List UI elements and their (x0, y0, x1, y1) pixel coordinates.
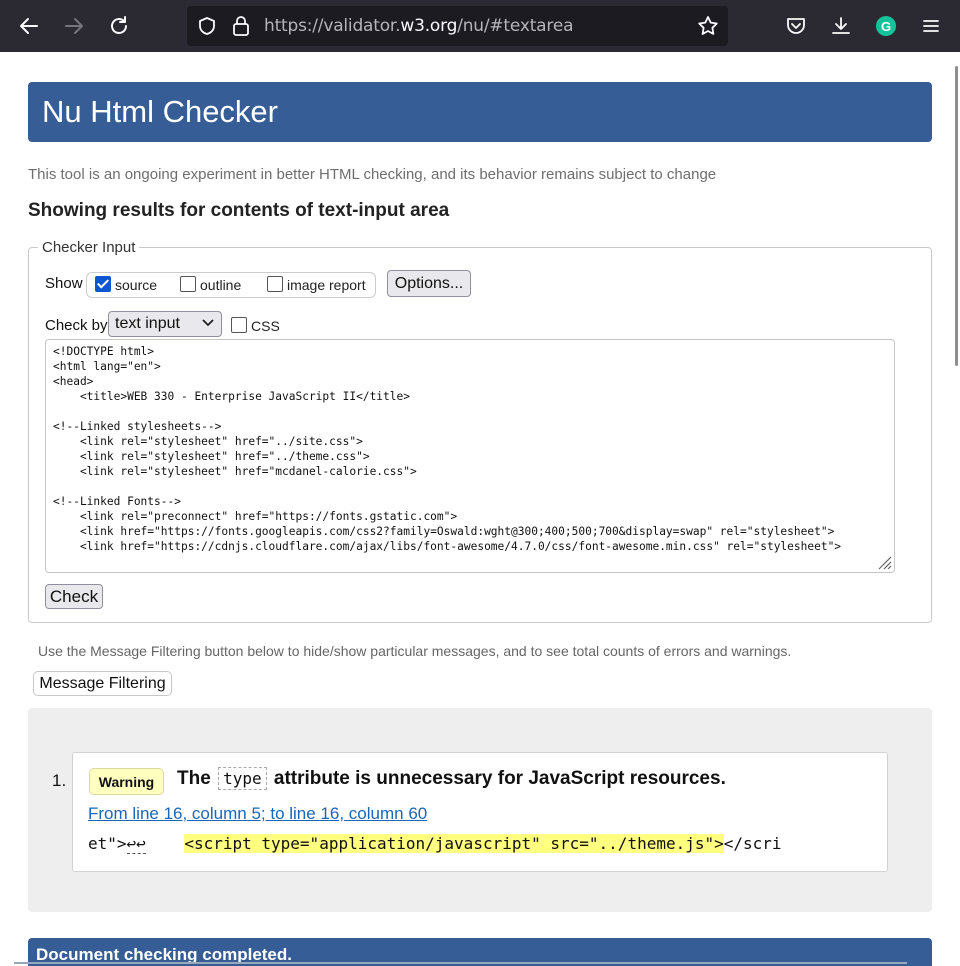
outline-label[interactable]: outline (200, 277, 241, 293)
resize-grip-icon[interactable] (876, 554, 892, 570)
source-line: <link href="https://cdnjs.cloudflare.com… (53, 540, 842, 553)
source-line: <link href="https://fonts.googleapis.com… (53, 525, 835, 538)
menu-button[interactable] (916, 11, 946, 41)
source-line: <link rel="stylesheet" href="../site.css… (53, 435, 363, 448)
warning-badge: Warning (89, 768, 164, 795)
source-line: <link rel="stylesheet" href="../theme.cs… (53, 450, 370, 463)
css-checkbox[interactable] (231, 317, 247, 333)
page-content: Nu Html Checker This tool is an ongoing … (0, 52, 946, 966)
grammarly-extension-button[interactable]: G (871, 11, 901, 41)
reload-button[interactable] (104, 11, 134, 41)
pocket-icon (787, 18, 805, 34)
browser-toolbar: https://validator.w3.org/nu/#textarea G (0, 0, 960, 52)
filter-hint: Use the Message Filtering button below t… (38, 643, 792, 659)
source-line: <!DOCTYPE html> (53, 345, 155, 358)
reload-icon (111, 16, 127, 34)
header-banner: Nu Html Checker (28, 82, 932, 142)
message-number: 1. (52, 771, 67, 790)
check-button[interactable]: Check (45, 584, 103, 609)
show-label: Show (45, 275, 83, 292)
downloads-button[interactable] (826, 11, 856, 41)
pocket-button[interactable] (781, 11, 811, 41)
download-icon (832, 17, 850, 34)
scrollbar-thumb[interactable] (955, 66, 958, 366)
bookmark-star-icon[interactable] (697, 15, 719, 37)
divider (14, 962, 907, 964)
source-line: <title>WEB 330 - Enterprise JavaScript I… (53, 390, 410, 403)
source-line: <link rel="stylesheet" href="mcdanel-cal… (53, 465, 417, 478)
back-arrow-icon (20, 18, 38, 34)
options-button[interactable]: Options... (387, 270, 471, 297)
source-line: <link rel="preconnect" href="https://fon… (53, 510, 458, 523)
forward-button[interactable] (59, 11, 89, 41)
source-label[interactable]: source (115, 277, 157, 293)
source-checkbox[interactable] (95, 276, 111, 292)
back-button[interactable] (14, 11, 44, 41)
url-text[interactable]: https://validator.w3.org/nu/#textarea (264, 16, 574, 36)
results-heading: Showing results for contents of text-inp… (28, 200, 450, 221)
hamburger-menu-icon (923, 20, 939, 32)
message-location-link[interactable]: From line 16, column 5; to line 16, colu… (88, 804, 427, 824)
outline-checkbox[interactable] (180, 276, 196, 292)
message-filtering-button[interactable]: Message Filtering (33, 671, 172, 696)
message-code: type (218, 767, 267, 790)
message-text: The type attribute is unnecessary for Ja… (177, 767, 726, 790)
grammarly-icon: G (876, 16, 896, 36)
source-textarea[interactable]: <!DOCTYPE html> <html lang="en"> <head> … (45, 339, 895, 573)
forward-arrow-icon (65, 18, 83, 34)
page-title: Nu Html Checker (42, 94, 278, 129)
check-by-select[interactable]: text input (108, 311, 222, 337)
address-bar[interactable]: https://validator.w3.org/nu/#textarea (187, 6, 728, 46)
source-line: <head> (53, 375, 94, 388)
source-line: <!--Linked stylesheets--> (53, 420, 222, 433)
check-by-value: text input (115, 315, 180, 332)
checker-input-legend: Checker Input (38, 239, 140, 256)
message-extract: et">↩↩ <script type="application/javascr… (88, 834, 782, 854)
chevron-down-icon (202, 319, 214, 327)
image-report-label[interactable]: image report (287, 277, 366, 293)
lock-icon[interactable] (231, 15, 251, 37)
css-label[interactable]: CSS (251, 318, 280, 334)
newline-marker-icon: ↩↩ (126, 834, 146, 854)
extract-highlight: <script type="application/javascript" sr… (184, 834, 724, 853)
shield-icon[interactable] (197, 16, 217, 36)
tagline: This tool is an ongoing experiment in be… (28, 166, 717, 183)
image-report-checkbox[interactable] (267, 276, 283, 292)
source-line: <html lang="en"> (53, 360, 161, 373)
source-line: <!--Linked Fonts--> (53, 495, 181, 508)
check-by-label: Check by (45, 317, 108, 334)
